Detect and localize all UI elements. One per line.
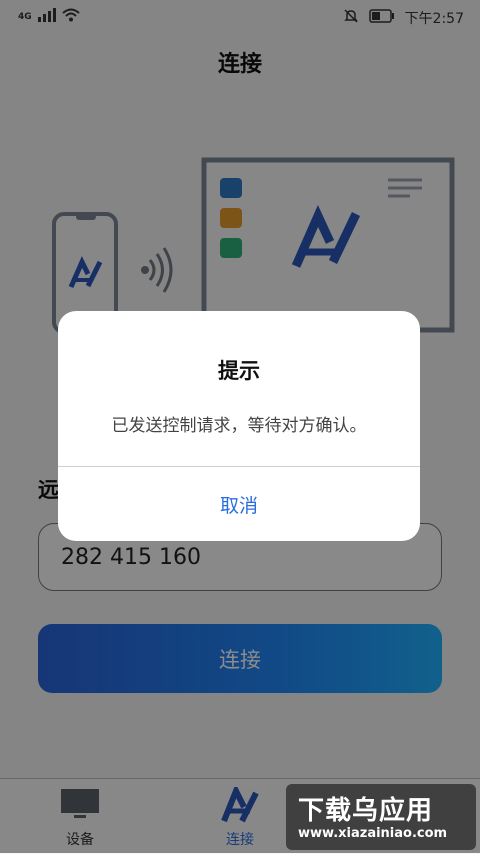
watermark: 下载乌应用 www.xiazainiao.com bbox=[286, 784, 476, 850]
watermark-url: www.xiazainiao.com bbox=[298, 826, 448, 841]
dialog-message: 已发送控制请求，等待对方确认。 bbox=[111, 416, 367, 436]
cancel-button[interactable]: 取消 bbox=[58, 467, 420, 541]
prompt-dialog: 提示 已发送控制请求，等待对方确认。 取消 bbox=[58, 311, 420, 541]
watermark-title: 下载乌应用 bbox=[298, 796, 434, 826]
dialog-title: 提示 bbox=[218, 359, 260, 383]
